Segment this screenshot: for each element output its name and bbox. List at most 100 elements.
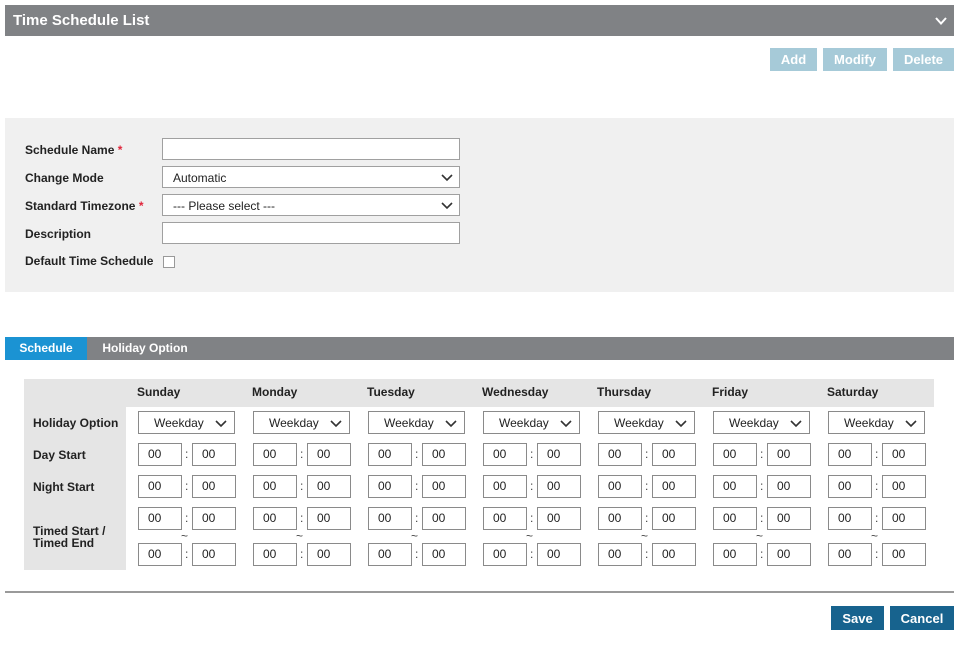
chevron-down-icon[interactable] xyxy=(934,14,948,28)
time-separator: : xyxy=(645,479,649,493)
required-mark: * xyxy=(117,143,123,157)
timed-start-hour-input[interactable]: 00 xyxy=(828,507,872,530)
add-button[interactable]: Add xyxy=(770,48,817,71)
time-separator: : xyxy=(760,479,764,493)
day-start-minute-input[interactable]: 00 xyxy=(537,443,581,466)
column-header-thursday: Thursday xyxy=(597,385,652,399)
holiday-option-select-saturday[interactable]: Weekday xyxy=(828,411,925,434)
timed-end-hour-input[interactable]: 00 xyxy=(713,543,757,566)
page-header: Time Schedule List xyxy=(5,5,954,36)
timed-start-minute-input[interactable]: 00 xyxy=(192,507,236,530)
holiday-option-select-tuesday[interactable]: Weekday xyxy=(368,411,465,434)
time-separator: : xyxy=(760,447,764,461)
tab-schedule[interactable]: Schedule xyxy=(5,337,87,360)
timed-end-hour-input[interactable]: 00 xyxy=(598,543,642,566)
timed-end-hour-input[interactable]: 00 xyxy=(138,543,182,566)
holiday-option-select-thursday[interactable]: Weekday xyxy=(598,411,695,434)
holiday-option-select-friday[interactable]: Weekday xyxy=(713,411,810,434)
night-start-minute-input[interactable]: 00 xyxy=(422,475,466,498)
day-start-minute-input[interactable]: 00 xyxy=(652,443,696,466)
night-start-minute-input[interactable]: 00 xyxy=(652,475,696,498)
night-start-hour-input[interactable]: 00 xyxy=(138,475,182,498)
tab-holiday-option[interactable]: Holiday Option xyxy=(87,337,203,360)
day-start-hour-input[interactable]: 00 xyxy=(598,443,642,466)
day-start-hour-input[interactable]: 00 xyxy=(138,443,182,466)
required-mark: * xyxy=(138,199,144,213)
timed-start-hour-input[interactable]: 00 xyxy=(598,507,642,530)
schedule-name-field[interactable] xyxy=(162,138,460,160)
day-start-hour-input[interactable]: 00 xyxy=(713,443,757,466)
cancel-button[interactable]: Cancel xyxy=(890,606,954,630)
timed-end-minute-input[interactable]: 00 xyxy=(307,543,351,566)
day-start-minute-input[interactable]: 00 xyxy=(882,443,926,466)
chevron-down-icon xyxy=(441,174,453,182)
time-separator: : xyxy=(760,511,764,525)
time-separator: : xyxy=(185,547,189,561)
timed-end-hour-input[interactable]: 00 xyxy=(253,543,297,566)
timed-start-minute-input[interactable]: 00 xyxy=(767,507,811,530)
time-separator: : xyxy=(300,479,304,493)
day-start-hour-input[interactable]: 00 xyxy=(483,443,527,466)
day-start-minute-input[interactable]: 00 xyxy=(767,443,811,466)
night-start-minute-input[interactable]: 00 xyxy=(767,475,811,498)
timed-start-minute-input[interactable]: 00 xyxy=(882,507,926,530)
night-start-minute-input[interactable]: 00 xyxy=(307,475,351,498)
chevron-down-icon xyxy=(445,420,457,428)
holiday-option-select-sunday[interactable]: Weekday xyxy=(138,411,235,434)
night-start-hour-input[interactable]: 00 xyxy=(713,475,757,498)
save-button[interactable]: Save xyxy=(831,606,884,630)
night-start-hour-input[interactable]: 00 xyxy=(483,475,527,498)
night-start-hour-input[interactable]: 00 xyxy=(598,475,642,498)
night-start-minute-input[interactable]: 00 xyxy=(882,475,926,498)
default-time-schedule-label: Default Time Schedule xyxy=(25,254,154,268)
timed-end-hour-input[interactable]: 00 xyxy=(828,543,872,566)
night-start-minute-input[interactable]: 00 xyxy=(537,475,581,498)
timed-end-hour-input[interactable]: 00 xyxy=(483,543,527,566)
timed-start-hour-input[interactable]: 00 xyxy=(368,507,412,530)
delete-button[interactable]: Delete xyxy=(893,48,954,71)
time-separator: : xyxy=(185,511,189,525)
timed-start-hour-input[interactable]: 00 xyxy=(483,507,527,530)
timed-end-hour-input[interactable]: 00 xyxy=(368,543,412,566)
timed-end-minute-input[interactable]: 00 xyxy=(537,543,581,566)
change-mode-label: Change Mode xyxy=(25,171,104,185)
description-field[interactable] xyxy=(162,222,460,244)
timed-start-hour-input[interactable]: 00 xyxy=(253,507,297,530)
timed-start-minute-input[interactable]: 00 xyxy=(652,507,696,530)
timed-end-minute-input[interactable]: 00 xyxy=(422,543,466,566)
column-header-friday: Friday xyxy=(712,385,749,399)
holiday-option-select-wednesday[interactable]: Weekday xyxy=(483,411,580,434)
timed-start-minute-input[interactable]: 00 xyxy=(422,507,466,530)
day-start-hour-input[interactable]: 00 xyxy=(368,443,412,466)
timed-start-hour-input[interactable]: 00 xyxy=(138,507,182,530)
range-tilde: ~ xyxy=(411,529,419,543)
timed-end-minute-input[interactable]: 00 xyxy=(192,543,236,566)
timed-end-minute-input[interactable]: 00 xyxy=(767,543,811,566)
standard-timezone-select[interactable]: --- Please select --- xyxy=(162,194,460,216)
day-start-minute-input[interactable]: 00 xyxy=(422,443,466,466)
change-mode-select[interactable]: Automatic xyxy=(162,166,460,188)
night-start-hour-input[interactable]: 00 xyxy=(828,475,872,498)
schedule-table: Holiday Option Day Start Night Start Tim… xyxy=(24,379,934,570)
day-start-minute-input[interactable]: 00 xyxy=(307,443,351,466)
timed-start-minute-input[interactable]: 00 xyxy=(307,507,351,530)
night-start-hour-input[interactable]: 00 xyxy=(253,475,297,498)
time-separator: : xyxy=(300,547,304,561)
default-time-schedule-checkbox[interactable] xyxy=(163,256,175,268)
day-start-hour-input[interactable]: 00 xyxy=(253,443,297,466)
standard-timezone-value: --- Please select --- xyxy=(173,199,276,213)
timed-start-minute-input[interactable]: 00 xyxy=(537,507,581,530)
timed-end-minute-input[interactable]: 00 xyxy=(652,543,696,566)
timed-end-minute-input[interactable]: 00 xyxy=(882,543,926,566)
night-start-hour-input[interactable]: 00 xyxy=(368,475,412,498)
day-start-hour-input[interactable]: 00 xyxy=(828,443,872,466)
time-separator: : xyxy=(415,547,419,561)
modify-button[interactable]: Modify xyxy=(823,48,887,71)
night-start-minute-input[interactable]: 00 xyxy=(192,475,236,498)
time-separator: : xyxy=(760,547,764,561)
holiday-option-select-monday[interactable]: Weekday xyxy=(253,411,350,434)
day-start-minute-input[interactable]: 00 xyxy=(192,443,236,466)
column-header-saturday: Saturday xyxy=(827,385,879,399)
toolbar: Add Modify Delete xyxy=(770,48,954,71)
timed-start-hour-input[interactable]: 00 xyxy=(713,507,757,530)
